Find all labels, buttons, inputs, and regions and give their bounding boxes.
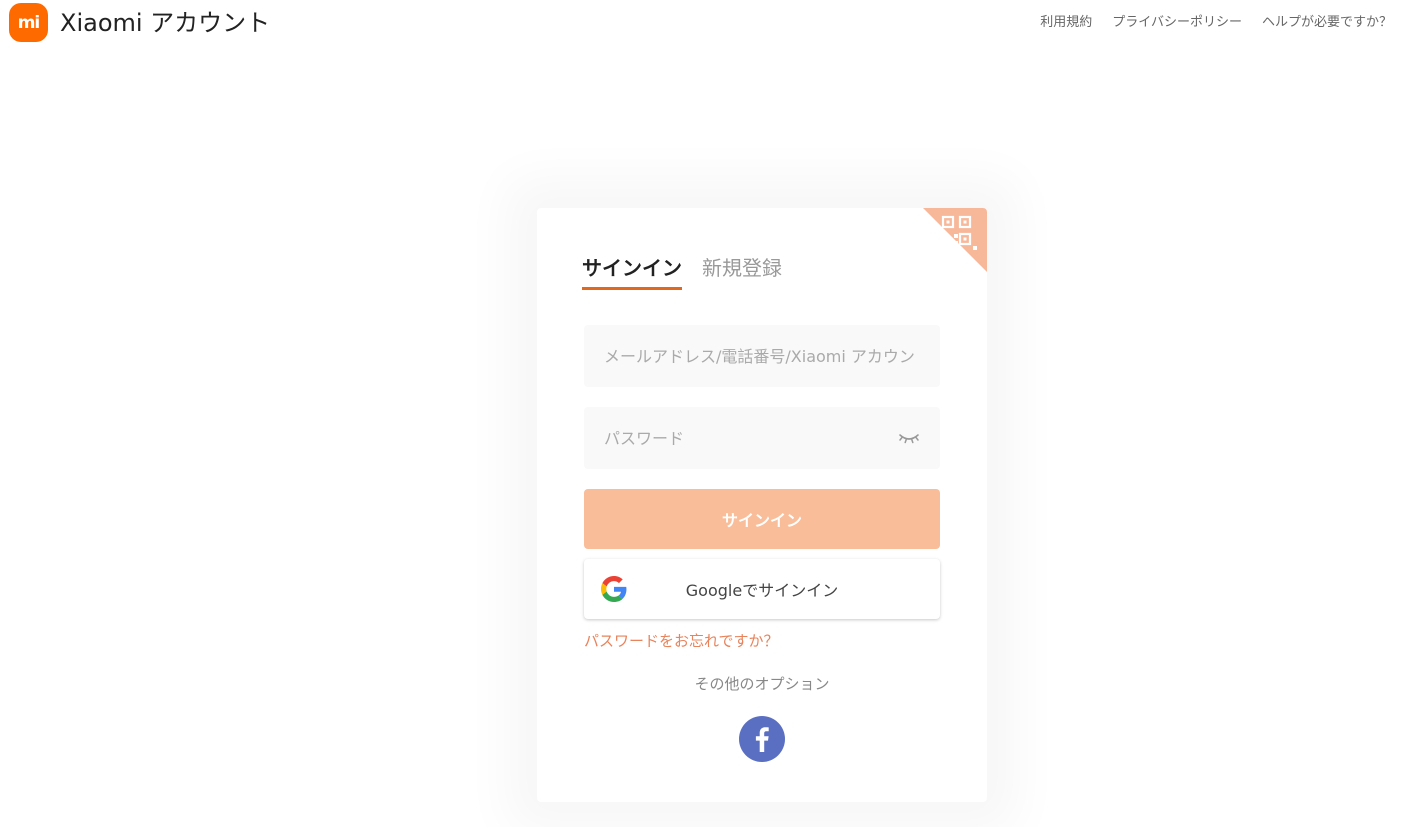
login-card: サインイン 新規登録 サインイン Googleでサインイン パスワードをお忘れで…	[537, 208, 987, 802]
other-options-label: その他のオプション	[694, 675, 830, 693]
page-title: Xiaomi アカウント	[60, 9, 271, 37]
tab-signin[interactable]: サインイン	[582, 252, 682, 290]
qr-login-toggle[interactable]	[923, 208, 987, 272]
hide-password-icon[interactable]	[898, 428, 920, 448]
top-header: mi Xiaomi アカウント 利用規約 プライバシーポリシー ヘルプが必要です…	[0, 0, 1408, 46]
qr-code-icon	[923, 208, 987, 272]
privacy-policy-link[interactable]: プライバシーポリシー	[1112, 12, 1242, 34]
logo-text: mi	[17, 12, 41, 33]
facebook-login-button[interactable]	[739, 716, 785, 762]
signin-button[interactable]: サインイン	[584, 489, 940, 549]
google-signin-button[interactable]: Googleでサインイン	[584, 559, 940, 619]
help-link[interactable]: ヘルプが必要ですか？	[1262, 12, 1392, 34]
password-field-container	[584, 407, 940, 469]
forgot-password-link[interactable]: パスワードをお忘れですか？	[584, 630, 779, 652]
google-signin-label: Googleでサインイン	[685, 581, 839, 600]
username-input[interactable]	[584, 325, 940, 387]
tab-register[interactable]: 新規登録	[702, 252, 782, 290]
username-field-container	[584, 325, 940, 387]
xiaomi-logo[interactable]: mi	[9, 3, 48, 42]
facebook-icon	[755, 727, 769, 752]
auth-tabs: サインイン 新規登録	[582, 252, 782, 290]
terms-link[interactable]: 利用規約	[1040, 12, 1092, 34]
password-input[interactable]	[584, 407, 940, 469]
top-links: 利用規約 プライバシーポリシー ヘルプが必要ですか？	[1040, 12, 1392, 34]
